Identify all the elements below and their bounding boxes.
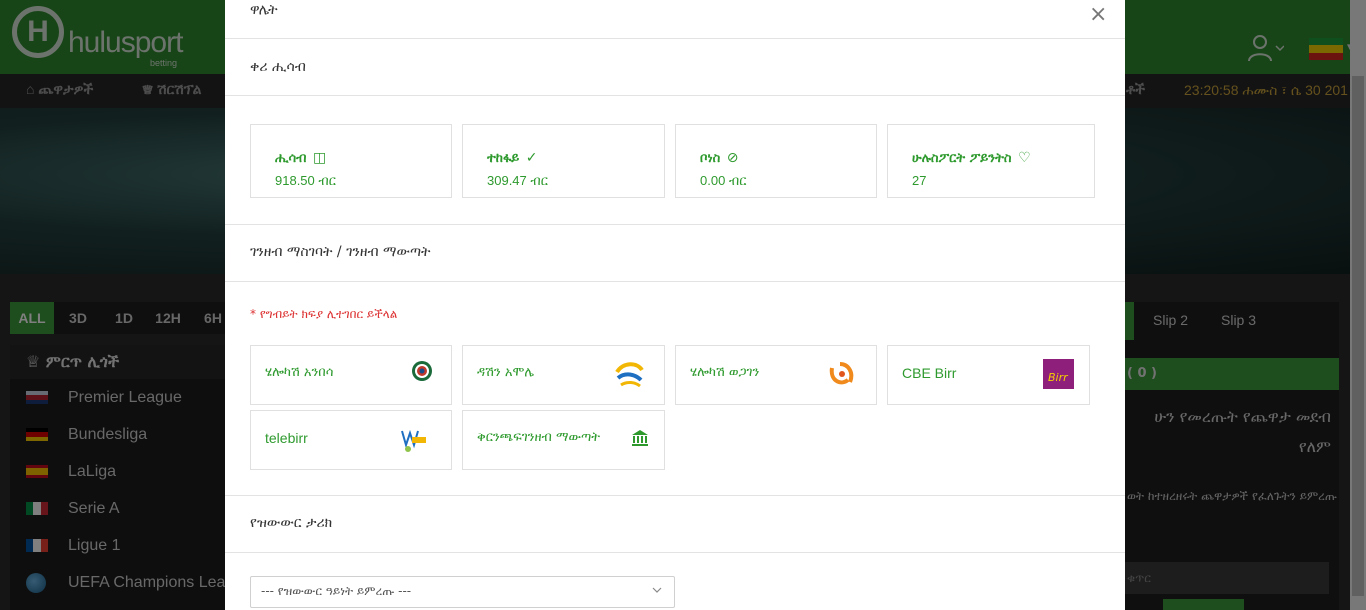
payment-method-telebirr[interactable]: telebirr [250, 410, 452, 470]
amole-logo-icon [615, 361, 644, 388]
divider [225, 495, 1125, 496]
divider [225, 38, 1125, 39]
check-circle-icon: ✓ [525, 150, 538, 166]
points-card: ሁሉስፖርት ፖይንትስ ♡ 27 [887, 124, 1095, 198]
payment-method-lion[interactable]: ሄሎካሽ አንበሳ [250, 345, 452, 405]
payments-section-title: ገንዘብ ማስገባት / ገንዘብ ማውጣት [250, 244, 431, 260]
svg-text:Birr: Birr [1048, 371, 1069, 384]
transfer-type-select[interactable]: --- የዝውውር ዓይነት ይምረጡ --- [250, 576, 675, 608]
modal-title: ዋሌት [250, 2, 278, 18]
telebirr-logo-icon [401, 429, 426, 452]
payment-method-cbe-birr[interactable]: CBE Birr Birr [887, 345, 1090, 405]
payment-method-wegagen[interactable]: ሄሎካሽ ወጋገን [675, 345, 877, 405]
divider [225, 95, 1125, 96]
bank-icon [632, 430, 648, 446]
wegagen-logo-icon [829, 362, 854, 385]
payable-card: ተከፋይ ✓ 309.47 ብር [462, 124, 665, 198]
heart-icon: ♡ [1018, 150, 1031, 166]
payment-method-branch[interactable]: ቅርንጫፍገንዘብ ማውጣት [462, 410, 665, 470]
divider [225, 224, 1125, 225]
wallet-modal: ዋሌት × ቀሪ ሒሳብ ሒሳብ ◫ 918.50 ብር ተከፋይ ✓ 309.… [225, 0, 1125, 610]
points-value: 27 [912, 173, 927, 188]
fee-note: * የግብይት ክፍያ ሊተገበር ይችላል [250, 307, 398, 321]
divider [225, 552, 1125, 553]
payable-value: 309.47 ብር [487, 173, 548, 188]
history-section-title: የዝውውር ታሪክ [250, 515, 333, 531]
balance-value: 918.50 ብር [275, 173, 336, 188]
balance-section-title: ቀሪ ሒሳብ [250, 59, 306, 75]
divider [225, 281, 1125, 282]
ban-icon: ⊘ [726, 150, 739, 166]
cbe-birr-logo-icon: Birr [1043, 359, 1074, 389]
wallet-icon: ◫ [312, 150, 327, 166]
close-icon[interactable]: × [1089, 2, 1107, 27]
chevron-down-icon [652, 587, 662, 593]
bonus-value: 0.00 ብር [700, 173, 747, 188]
lion-bank-logo-icon [412, 361, 432, 381]
balance-card: ሒሳብ ◫ 918.50 ብር [250, 124, 452, 198]
payment-method-amole[interactable]: ዳሽን አሞሌ [462, 345, 665, 405]
bonus-card: ቦነስ ⊘ 0.00 ብር [675, 124, 877, 198]
